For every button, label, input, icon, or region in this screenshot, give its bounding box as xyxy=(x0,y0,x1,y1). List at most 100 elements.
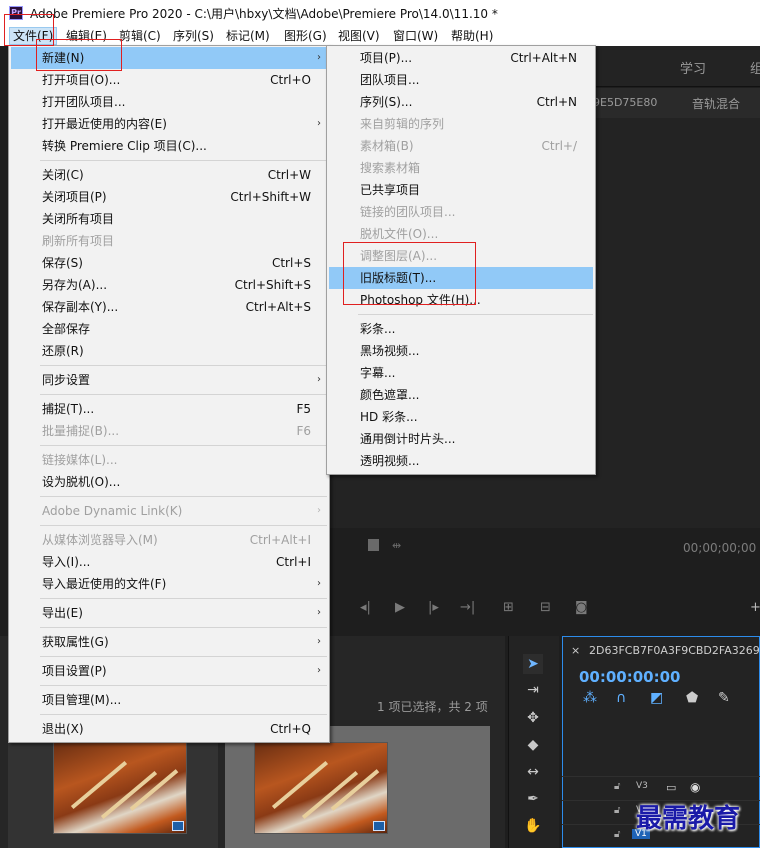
lock-icon[interactable]: 🔓︎ xyxy=(614,829,620,840)
menu-item-import[interactable]: 导入(I)... Ctrl+I xyxy=(11,551,327,573)
track-v3[interactable]: 🔓︎ V3 ▭ ◉ xyxy=(562,776,760,799)
menu-item-batch-capture[interactable]: 批量捕捉(B)... F6 xyxy=(11,420,327,442)
step-forward-icon[interactable]: |▸ xyxy=(428,600,439,615)
menu-item-make-offline[interactable]: 设为脱机(O)... xyxy=(11,471,327,493)
menu-graphics[interactable]: 图形(G) xyxy=(281,28,330,44)
timeline-timecode[interactable]: 00:00:00:00 xyxy=(579,668,681,686)
submenu-item-sequence[interactable]: 序列(S)... Ctrl+N xyxy=(329,91,593,113)
submenu-item-color-matte[interactable]: 颜色遮罩... xyxy=(329,384,593,406)
menu-item-import-recent[interactable]: 导入最近使用的文件(F) › xyxy=(11,573,327,595)
menu-item-sync-settings[interactable]: 同步设置 › xyxy=(11,369,327,391)
menu-item-refresh-all[interactable]: 刷新所有项目 xyxy=(11,230,327,252)
in-out-icon[interactable]: ⇹ xyxy=(392,539,401,552)
window-title: Adobe Premiere Pro 2020 - C:\用户\hbxy\文档\… xyxy=(30,7,498,21)
pen-tool-icon[interactable]: ✒ xyxy=(523,789,543,809)
menu-item-close-all[interactable]: 关闭所有项目 xyxy=(11,208,327,230)
menu-item-export[interactable]: 导出(E) › xyxy=(11,602,327,624)
submenu-item-sequence-from-clip[interactable]: 来自剪辑的序列 xyxy=(329,113,593,135)
menu-item-capture[interactable]: 捕捉(T)... F5 xyxy=(11,398,327,420)
menu-item-open-team-project[interactable]: 打开团队项目... xyxy=(11,91,327,113)
program-source-id[interactable]: 9E5D75E80 xyxy=(593,96,657,109)
submenu-item-countdown-leader[interactable]: 通用倒计时片头... xyxy=(329,428,593,450)
menu-item-open-recent[interactable]: 打开最近使用的内容(E) › xyxy=(11,113,327,135)
submenu-item-team-project[interactable]: 团队项目... xyxy=(329,69,593,91)
submenu-item-search-bin[interactable]: 搜索素材箱 xyxy=(329,157,593,179)
menu-separator xyxy=(40,714,327,715)
menu-item-convert-clip[interactable]: 转换 Premiere Clip 项目(C)... xyxy=(11,135,327,157)
menu-item-close-project[interactable]: 关闭项目(P) Ctrl+Shift+W xyxy=(11,186,327,208)
menu-item-get-properties[interactable]: 获取属性(G) › xyxy=(11,631,327,653)
menu-item-dynamic-link[interactable]: Adobe Dynamic Link(K) › xyxy=(11,500,327,522)
audio-mixer-tab[interactable]: 音轨混合 xyxy=(692,95,740,112)
tools-panel: ➤ ⇥ ✥ ◆ ↔ ✒ ✋ xyxy=(508,636,559,848)
submenu-item-project[interactable]: 项目(P)... Ctrl+Alt+N xyxy=(329,47,593,69)
menu-item-close[interactable]: 关闭(C) Ctrl+W xyxy=(11,164,327,186)
menu-item-project-manager[interactable]: 项目管理(M)... xyxy=(11,689,327,711)
menu-separator xyxy=(40,394,327,395)
insert-icon[interactable]: ⊞ xyxy=(503,600,514,615)
snap-icon[interactable]: ⁂ xyxy=(583,690,597,706)
lock-icon[interactable]: 🔓︎ xyxy=(614,805,620,816)
menu-markers[interactable]: 标记(M) xyxy=(223,28,273,44)
submenu-item-hd-bars[interactable]: HD 彩条... xyxy=(329,406,593,428)
add-marker-icon[interactable]: ⬟ xyxy=(686,690,698,706)
submenu-item-shared-project[interactable]: 已共享项目 xyxy=(329,179,593,201)
slip-tool-icon[interactable]: ↔ xyxy=(523,762,543,782)
menu-separator xyxy=(40,656,327,657)
camera-icon[interactable]: ▭ xyxy=(666,781,676,794)
menu-help[interactable]: 帮助(H) xyxy=(448,28,496,44)
submenu-item-captions[interactable]: 字幕... xyxy=(329,362,593,384)
menu-item-project-settings[interactable]: 项目设置(P) › xyxy=(11,660,327,682)
overwrite-icon[interactable]: ⊟ xyxy=(540,600,551,615)
menu-item-save-all[interactable]: 全部保存 xyxy=(11,318,327,340)
clip-thumbnail[interactable] xyxy=(53,742,187,834)
sequence-tab[interactable]: 2D63FCB7F0A3F9CBD2FA3269E5D xyxy=(589,644,760,657)
linked-selection-icon[interactable]: ◩ xyxy=(650,690,663,706)
submenu-item-bars-and-tone[interactable]: 彩条... xyxy=(329,318,593,340)
razor-tool-icon[interactable]: ◆ xyxy=(523,735,543,755)
menu-window[interactable]: 窗口(W) xyxy=(390,28,441,44)
menu-sequence[interactable]: 序列(S) xyxy=(170,28,217,44)
add-button-icon[interactable]: + xyxy=(750,600,760,615)
annotation-box-legacy-title xyxy=(343,242,476,305)
step-back-icon[interactable]: ◂| xyxy=(360,600,371,615)
menu-item-save-copy[interactable]: 保存副本(Y)... Ctrl+Alt+S xyxy=(11,296,327,318)
submenu-item-black-video[interactable]: 黑场视频... xyxy=(329,340,593,362)
submenu-item-transparent-video[interactable]: 透明视频... xyxy=(329,450,593,472)
submenu-item-linked-team-project[interactable]: 链接的团队项目... xyxy=(329,201,593,223)
title-bar: Pr Adobe Premiere Pro 2020 - C:\用户\hbxy\… xyxy=(0,0,760,26)
workspace-tab-assembly[interactable]: 组 xyxy=(750,58,760,77)
clip-type-icon xyxy=(373,821,385,831)
menu-separator xyxy=(40,496,327,497)
menu-item-save[interactable]: 保存(S) Ctrl+S xyxy=(11,252,327,274)
menu-item-exit[interactable]: 退出(X) Ctrl+Q xyxy=(11,718,327,740)
play-icon[interactable]: ▶ xyxy=(395,600,405,615)
program-timecode[interactable]: 00;00;00;00 xyxy=(683,541,756,555)
workspace-tab-learn[interactable]: 学习 xyxy=(680,58,706,77)
go-to-out-icon[interactable]: →| xyxy=(460,600,475,615)
hand-tool-icon[interactable]: ✋ xyxy=(523,816,543,836)
lock-icon[interactable]: 🔓︎ xyxy=(614,781,620,792)
ripple-edit-tool-icon[interactable]: ✥ xyxy=(523,708,543,728)
selection-tool-icon[interactable]: ➤ xyxy=(523,654,543,674)
menu-item-link-media[interactable]: 链接媒体(L)... xyxy=(11,449,327,471)
track-label: V3 xyxy=(636,781,648,791)
eye-icon[interactable]: ◉ xyxy=(690,780,700,794)
track-select-tool-icon[interactable]: ⇥ xyxy=(523,680,543,700)
selection-status: 1 项已选择，共 2 项 xyxy=(377,700,488,714)
close-icon[interactable]: × xyxy=(571,644,580,657)
menu-clip[interactable]: 剪辑(C) xyxy=(116,28,164,44)
menu-view[interactable]: 视图(V) xyxy=(335,28,383,44)
export-frame-icon[interactable]: ◙ xyxy=(575,600,588,615)
menu-item-save-as[interactable]: 另存为(A)... Ctrl+Shift+S xyxy=(11,274,327,296)
menu-item-import-media-browser[interactable]: 从媒体浏览器导入(M) Ctrl+Alt+I xyxy=(11,529,327,551)
menu-separator xyxy=(358,314,593,315)
marker-icon[interactable] xyxy=(368,539,379,551)
menu-separator xyxy=(40,598,327,599)
wrench-icon[interactable]: ✎ xyxy=(718,690,730,706)
menu-item-revert[interactable]: 还原(R) xyxy=(11,340,327,362)
menu-item-open-project[interactable]: 打开项目(O)... Ctrl+O xyxy=(11,69,327,91)
clip-thumbnail-selected[interactable] xyxy=(254,742,388,834)
magnet-icon[interactable]: ∩ xyxy=(616,690,626,706)
submenu-item-bin[interactable]: 素材箱(B) Ctrl+/ xyxy=(329,135,593,157)
